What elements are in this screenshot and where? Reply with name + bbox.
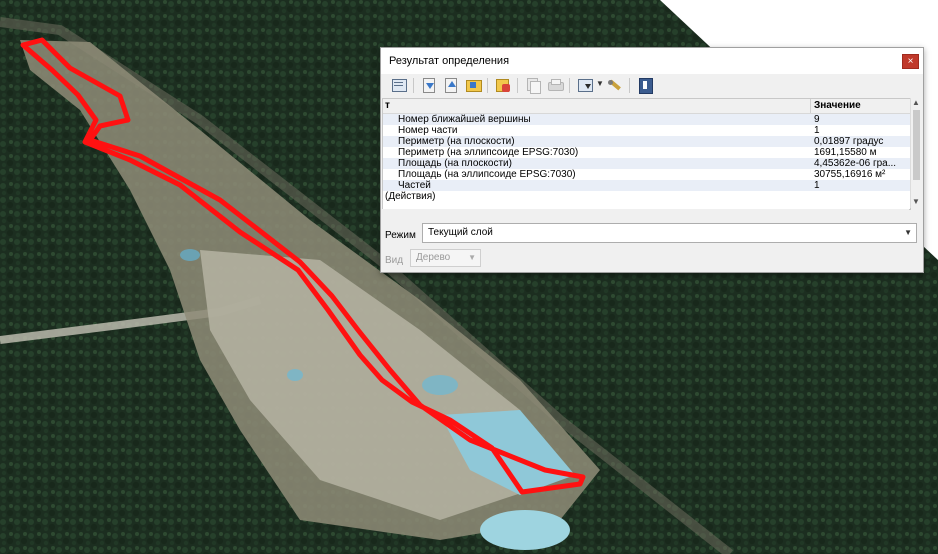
chevron-down-icon: ▼ (468, 253, 476, 262)
settings-icon[interactable] (607, 77, 623, 93)
view-dropdown[interactable]: Дерево ▼ (410, 249, 481, 267)
clear-results-icon[interactable] (495, 77, 511, 93)
identify-results-dialog: Результат определения × ▼ т Значение Ном… (380, 47, 924, 273)
attribute-value: 1 (814, 125, 820, 136)
expand-tree-icon[interactable] (391, 77, 407, 93)
attribute-label: Периметр (на эллипсоиде EPSG:7030) (398, 147, 579, 158)
mode-label: Режим (385, 230, 416, 241)
attribute-value: 9 (814, 114, 820, 125)
close-icon: × (907, 56, 914, 67)
result-row[interactable]: Частей 1 (383, 180, 910, 191)
attribute-value: 0,01897 градус (814, 136, 884, 147)
dialog-titlebar[interactable]: Результат определения × (381, 48, 923, 74)
chevron-down-icon: ▼ (904, 228, 912, 237)
attribute-value: 1691,15580 м (814, 147, 877, 158)
collapse-all-icon[interactable] (443, 77, 459, 93)
expand-all-icon[interactable] (421, 77, 437, 93)
dialog-title: Результат определения (389, 55, 510, 67)
result-row[interactable]: Площадь (на эллипсоиде EPSG:7030) 30755,… (383, 169, 910, 182)
results-header: т Значение (383, 99, 910, 114)
results-tree: т Значение Номер ближайшей вершины 9 Ном… (382, 98, 911, 210)
mode-value: Текущий слой (428, 227, 493, 238)
view-value: Дерево (416, 252, 451, 263)
attribute-value: 4,45362e-06 гра... (814, 158, 897, 169)
horizontal-scrollbar[interactable] (382, 209, 909, 217)
result-row[interactable]: Периметр (на эллипсоиде EPSG:7030) 1691,… (383, 147, 910, 158)
print-icon[interactable] (547, 77, 564, 93)
attribute-label: Площадь (на плоскости) (398, 158, 512, 169)
copy-icon[interactable] (525, 77, 541, 94)
close-button[interactable]: × (902, 54, 919, 69)
header-feature[interactable]: т (385, 100, 390, 111)
attribute-label: Номер ближайшей вершины (398, 114, 531, 125)
attribute-label: Частей (398, 180, 431, 191)
vertical-scrollbar[interactable]: ▲ ▼ (910, 98, 922, 208)
pond (422, 375, 458, 395)
result-row[interactable]: Номер ближайшей вершины 9 (383, 114, 910, 125)
view-label: Вид (385, 255, 404, 266)
pond (480, 510, 570, 550)
result-row[interactable]: Периметр (на плоскости) 0,01897 градус (383, 136, 910, 147)
chevron-down-icon[interactable]: ▼ (596, 79, 604, 88)
result-row[interactable]: Площадь (на плоскости) 4,45362e-06 гра..… (383, 158, 910, 169)
actions-label: (Действия) (385, 191, 436, 202)
header-value[interactable]: Значение (814, 100, 861, 111)
help-icon[interactable] (637, 77, 653, 94)
select-mode-icon[interactable] (577, 77, 593, 93)
scroll-down-icon[interactable]: ▼ (912, 197, 920, 206)
attribute-label: Площадь (на эллипсоиде EPSG:7030) (398, 169, 576, 180)
scrollbar-thumb[interactable] (913, 110, 920, 180)
attribute-value: 1 (814, 180, 820, 191)
attribute-label: Периметр (на плоскости) (398, 136, 515, 147)
dialog-toolbar: ▼ (385, 75, 919, 97)
attribute-label: Номер части (398, 125, 458, 136)
pond (287, 369, 303, 381)
result-row[interactable]: (Действия) (383, 191, 910, 202)
result-row[interactable]: Номер части 1 (383, 125, 910, 136)
pond (180, 249, 200, 261)
expand-new-icon[interactable] (465, 77, 482, 93)
scroll-up-icon[interactable]: ▲ (912, 98, 920, 107)
mode-dropdown[interactable]: Текущий слой ▼ (422, 223, 917, 243)
attribute-value: 30755,16916 м² (814, 169, 886, 180)
